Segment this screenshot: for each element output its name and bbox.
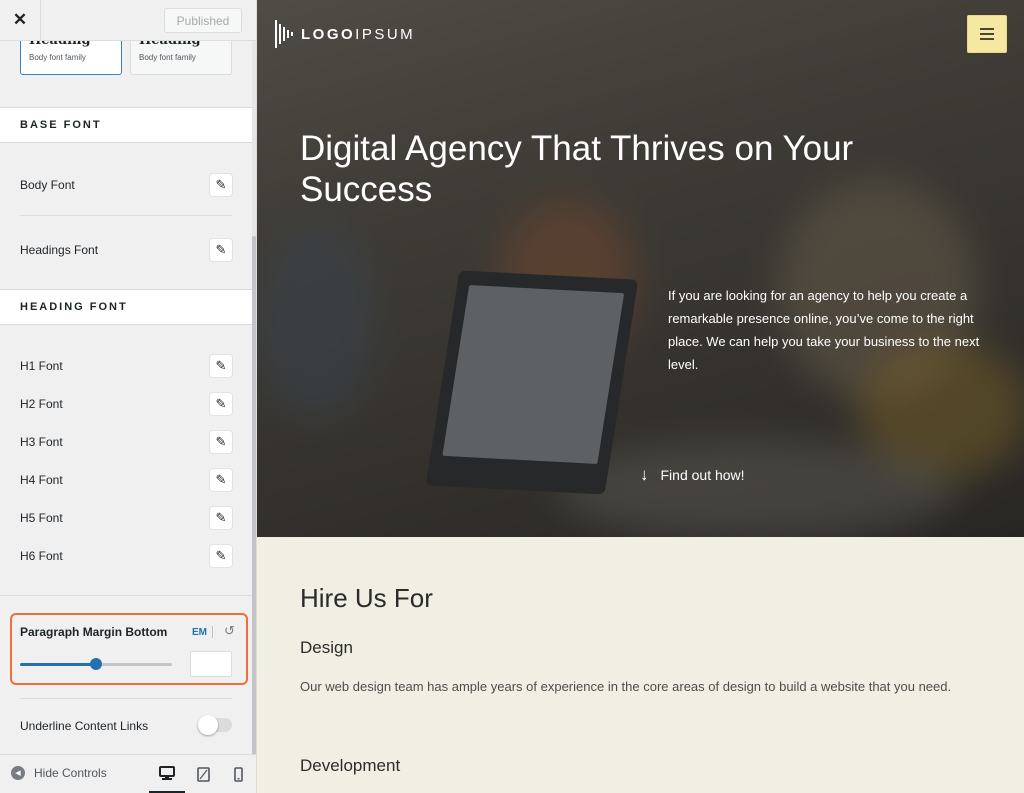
h2-font-row[interactable]: H2 Font ✎	[20, 388, 232, 420]
h5-font-label: H5 Font	[20, 511, 63, 525]
edit-h2-font-button[interactable]: ✎	[210, 393, 232, 415]
site-preview: LOGOIPSUM Digital Agency That Thrives on…	[257, 0, 1024, 793]
hero-section: LOGOIPSUM Digital Agency That Thrives on…	[257, 0, 1024, 537]
font-preset-1[interactable]: Heading Body font family	[20, 41, 122, 75]
reset-icon[interactable]: ↺	[224, 623, 235, 639]
headings-font-label: Headings Font	[20, 243, 99, 257]
h4-font-label: H4 Font	[20, 473, 63, 487]
body-font-label: Body Font	[20, 177, 75, 192]
logo-wordmark: LOGOIPSUM	[301, 25, 416, 43]
preset-heading: Heading	[29, 41, 113, 50]
paragraph-margin-label: Paragraph Margin Bottom	[20, 625, 168, 639]
underline-links-label: Underline Content Links	[20, 719, 149, 733]
font-preset-2[interactable]: Heading Body font family	[130, 41, 232, 75]
preset-subtitle: Body font family	[29, 53, 86, 62]
menu-icon-bar	[980, 38, 994, 40]
pencil-icon: ✎	[215, 358, 227, 373]
find-out-link[interactable]: ↓ Find out how!	[640, 465, 745, 485]
edit-h6-font-button[interactable]: ✎	[210, 545, 232, 567]
arrow-down-icon: ↓	[640, 465, 649, 484]
pencil-icon: ✎	[215, 242, 227, 257]
menu-icon-bar	[980, 28, 994, 30]
divider	[212, 626, 213, 638]
logo-mark-icon	[275, 20, 293, 48]
hero-overlay	[257, 0, 1024, 537]
divider	[0, 595, 252, 596]
paragraph-margin-control: Paragraph Margin Bottom EM ↺	[10, 613, 248, 685]
design-text: Our web design team has ample years of e…	[300, 679, 952, 694]
h6-font-row[interactable]: H6 Font ✎	[20, 540, 232, 572]
h1-font-row[interactable]: H1 Font ✎	[20, 350, 232, 382]
customizer-footer: ◀ Hide Controls	[0, 754, 256, 793]
customizer-panel: Heading Body font family Heading Body fo…	[0, 41, 252, 754]
pencil-icon: ✎	[215, 434, 227, 449]
h3-font-label: H3 Font	[20, 435, 63, 449]
edit-h1-font-button[interactable]: ✎	[210, 355, 232, 377]
desktop-preview-button[interactable]	[149, 755, 185, 793]
h3-font-row[interactable]: H3 Font ✎	[20, 426, 232, 458]
unit-selector[interactable]: EM	[192, 627, 207, 638]
cta-label: Find out how!	[660, 467, 745, 483]
edit-h5-font-button[interactable]: ✎	[210, 507, 232, 529]
heading-font-heading: HEADING FONT	[0, 289, 252, 325]
pencil-icon: ✎	[215, 176, 227, 192]
margin-slider-fill	[20, 663, 96, 666]
pencil-icon: ✎	[215, 510, 227, 525]
services-title: Hire Us For	[300, 583, 433, 613]
hide-controls-label: Hide Controls	[34, 766, 107, 780]
tablet-icon	[196, 767, 210, 782]
customizer-sidebar: ✕ Published Heading Body font family Hea…	[0, 0, 257, 793]
hide-controls-button[interactable]: ◀ Hide Controls	[11, 766, 107, 780]
site-logo[interactable]: LOGOIPSUM	[275, 20, 415, 48]
edit-headings-font-button[interactable]: ✎	[210, 239, 232, 261]
h1-font-label: H1 Font	[20, 359, 63, 373]
mobile-icon	[233, 767, 243, 782]
edit-h4-font-button[interactable]: ✎	[210, 469, 232, 491]
pencil-icon: ✎	[215, 472, 227, 487]
customizer-header: ✕ Published	[0, 0, 256, 41]
h2-font-label: H2 Font	[20, 397, 63, 411]
pencil-icon: ✎	[215, 548, 227, 563]
edit-h3-font-button[interactable]: ✎	[210, 431, 232, 453]
preset-subtitle: Body font family	[139, 53, 196, 62]
tablet-preview-button[interactable]	[185, 755, 221, 793]
desktop-icon	[159, 765, 175, 780]
h6-font-label: H6 Font	[20, 549, 63, 563]
sidebar-scrollbar-thumb[interactable]	[252, 236, 256, 756]
h4-font-row[interactable]: H4 Font ✎	[20, 464, 232, 496]
body-font-row[interactable]: Body Font ✎	[20, 168, 232, 216]
menu-icon-bar	[980, 33, 994, 35]
h5-font-row[interactable]: H5 Font ✎	[20, 502, 232, 534]
preset-heading: Heading	[139, 41, 223, 50]
edit-body-font-button[interactable]: ✎	[210, 173, 232, 196]
base-font-heading: BASE FONT	[0, 107, 252, 143]
close-icon: ✕	[12, 10, 28, 29]
hero-title: Digital Agency That Thrives on Your Succ…	[300, 129, 854, 209]
hamburger-menu-button[interactable]	[967, 15, 1007, 53]
mobile-preview-button[interactable]	[220, 755, 256, 793]
design-heading: Design	[300, 638, 353, 657]
collapse-arrow-icon: ◀	[11, 766, 25, 780]
headings-font-row[interactable]: Headings Font ✎	[20, 234, 232, 266]
margin-value-input[interactable]	[190, 651, 232, 677]
close-button[interactable]: ✕	[0, 0, 41, 40]
publish-button[interactable]: Published	[164, 8, 242, 33]
development-heading: Development	[300, 756, 401, 775]
hero-description: If you are looking for an agency to help…	[668, 288, 980, 372]
pencil-icon: ✎	[215, 396, 227, 411]
underline-links-toggle[interactable]	[198, 715, 232, 735]
margin-slider-handle[interactable]	[90, 658, 102, 670]
divider	[20, 698, 232, 699]
toggle-knob	[198, 715, 218, 735]
